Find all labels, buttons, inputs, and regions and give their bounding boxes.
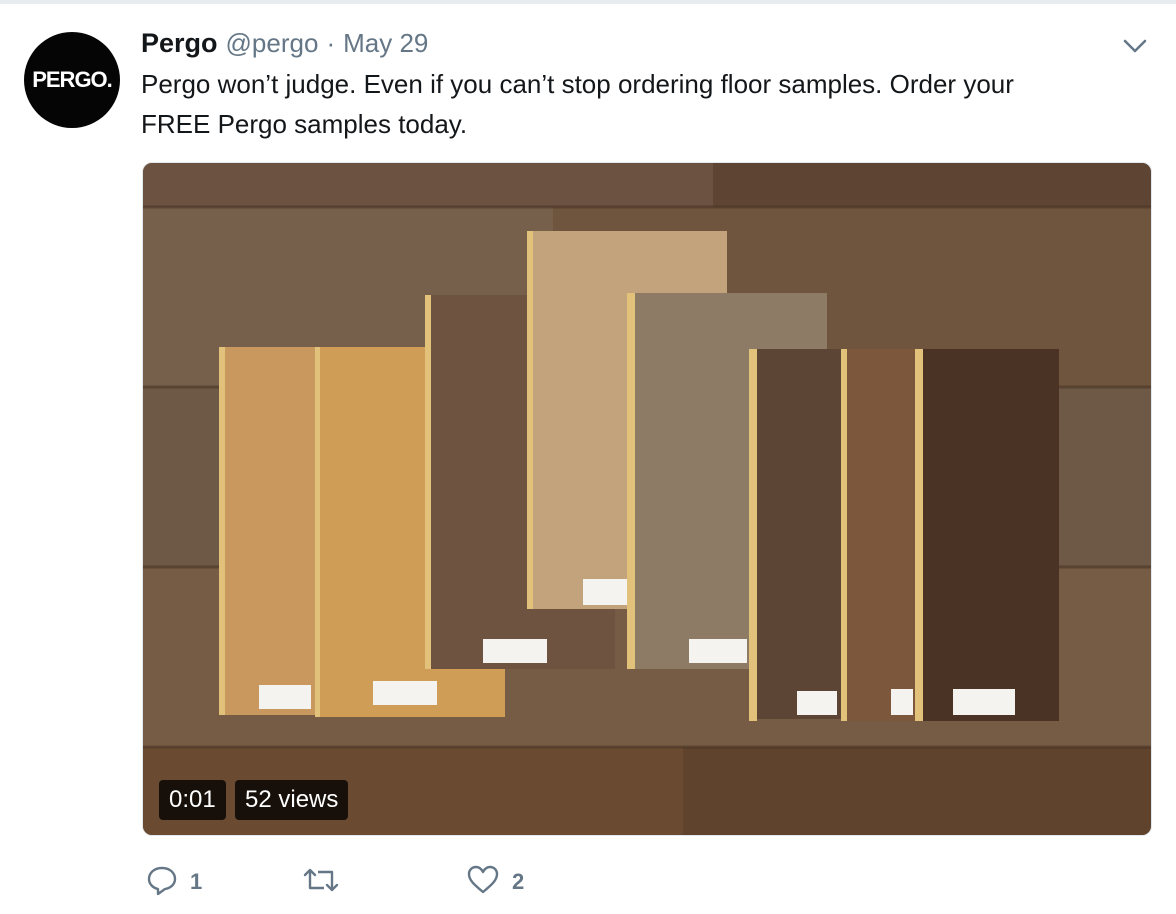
reply-button[interactable]: 1 <box>146 864 202 900</box>
video-views-badge: 52 views <box>235 780 349 820</box>
like-count: 2 <box>512 869 525 894</box>
like-button[interactable]: 2 <box>466 864 524 900</box>
tweet-text-line-2: FREE Pergo samples today. <box>141 109 468 139</box>
retweet-button[interactable] <box>302 864 352 900</box>
tweet-date[interactable]: May 29 <box>343 28 428 59</box>
video-player[interactable]: 0:01 52 views <box>142 162 1152 836</box>
retweet-icon <box>302 864 340 901</box>
pergo-logo: PERGO. <box>32 67 113 92</box>
tweet[interactable]: PERGO. Pergo @pergo · May 29 Pergo won’t… <box>0 4 1176 914</box>
author-handle[interactable]: @pergo <box>226 28 319 59</box>
tweet-text: Pergo won’t judge. Even if you can’t sto… <box>141 64 1141 144</box>
reply-icon <box>146 864 178 901</box>
more-options-chevron-down-icon[interactable] <box>1120 34 1150 58</box>
wood-floor-samples-video-frame <box>143 163 1151 835</box>
heart-icon <box>466 864 500 901</box>
tweet-actions: 1 2 <box>146 864 566 900</box>
author-name[interactable]: Pergo <box>141 28 218 59</box>
avatar[interactable]: PERGO. <box>24 32 120 128</box>
tweet-header: Pergo @pergo · May 29 <box>141 28 428 62</box>
reply-count: 1 <box>190 869 203 894</box>
tweet-text-line-1: Pergo won’t judge. Even if you can’t sto… <box>141 69 1014 99</box>
header-separator: · <box>326 28 336 58</box>
video-duration-badge: 0:01 <box>159 780 226 820</box>
